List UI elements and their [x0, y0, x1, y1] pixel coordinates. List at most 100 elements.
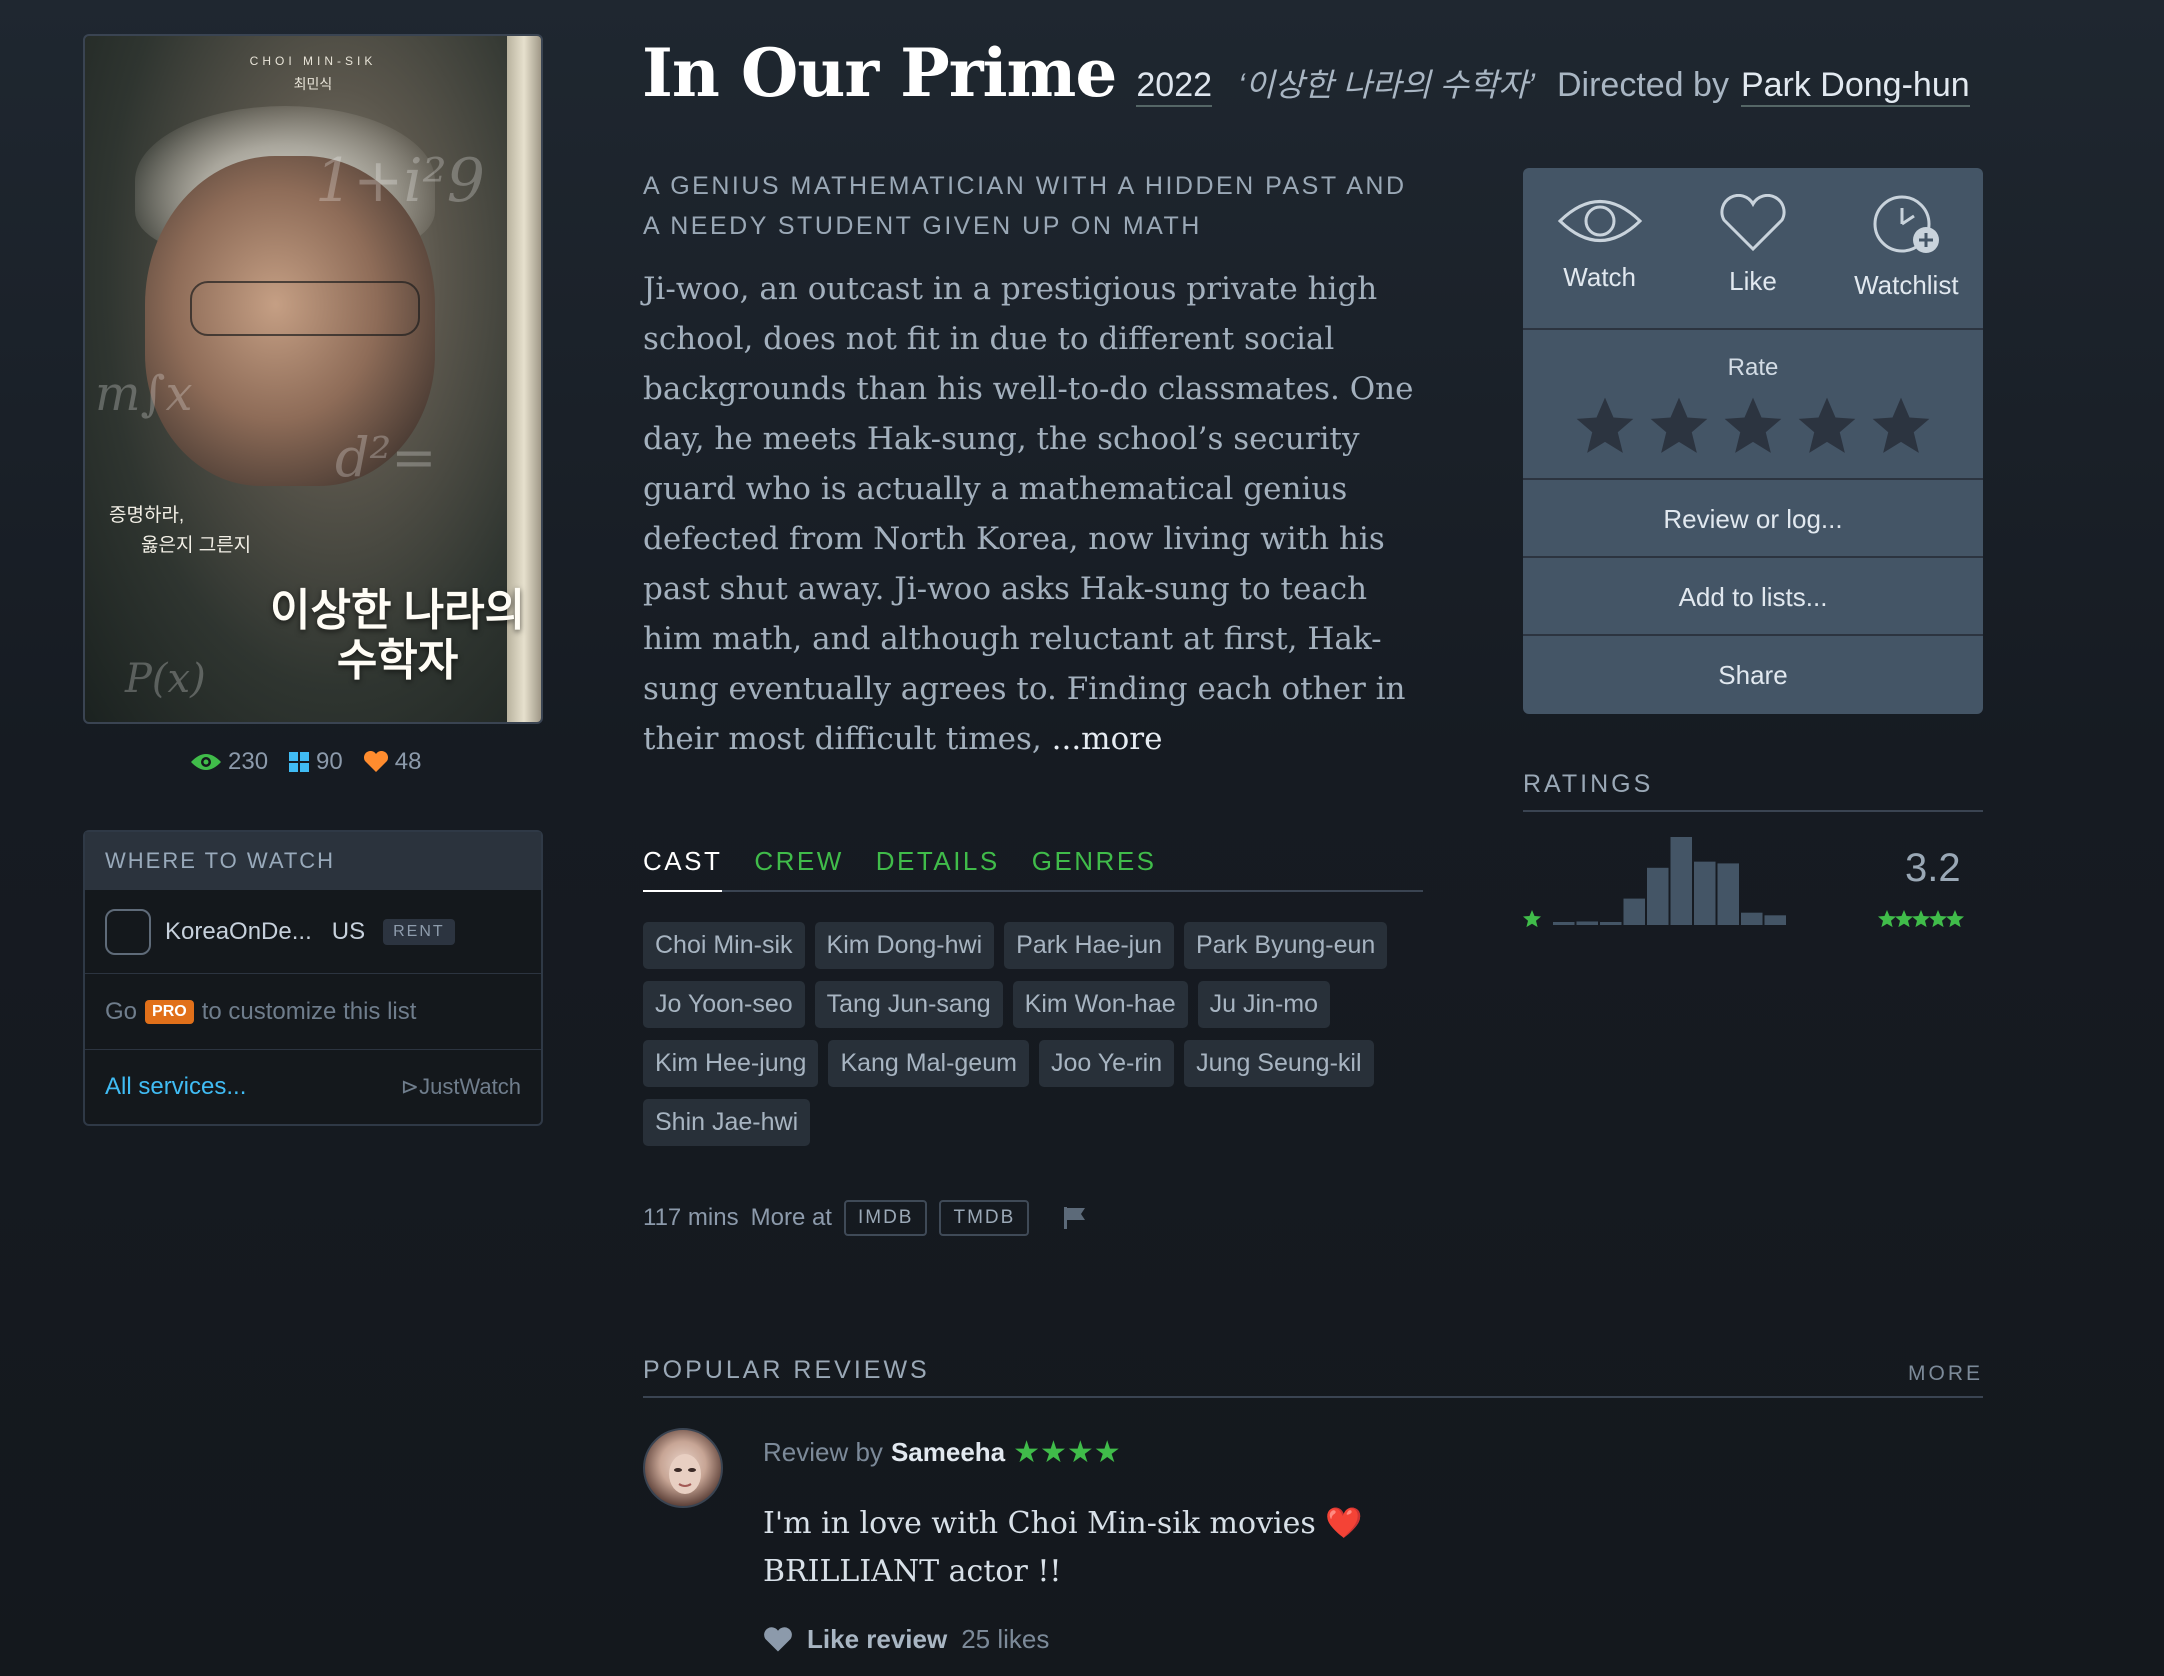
review-attribution: Review by Sameeha ★★★★: [763, 1435, 1121, 1470]
histogram-bar[interactable]: [1717, 863, 1740, 925]
cast-chip[interactable]: Shin Jae-hwi: [643, 1099, 811, 1146]
poster-tagline: 증명하라, 옳은지 그른지: [109, 501, 251, 561]
review-like-row: Like review 25 likes: [763, 1624, 1049, 1655]
histogram-bar[interactable]: [1647, 867, 1669, 925]
add-to-lists-button[interactable]: Add to lists...: [1523, 558, 1983, 636]
review-rating-stars: ★★★★: [1013, 1436, 1121, 1469]
heart-icon[interactable]: [763, 1626, 793, 1653]
histogram-bar[interactable]: [1694, 861, 1716, 925]
poster-actor-en: CHOI MIN-SIK: [249, 54, 377, 68]
film-header: In Our Prime 2022 ‘이상한 나라의 수학자’ Directed…: [642, 34, 1970, 112]
like-label: Like: [1729, 266, 1777, 296]
popular-reviews-title[interactable]: POPULAR REVIEWS: [643, 1356, 930, 1396]
all-services-link[interactable]: All services...: [105, 1073, 246, 1101]
reviewer-name[interactable]: Sameeha: [891, 1437, 1005, 1468]
like-button[interactable]: Like: [1676, 168, 1829, 328]
imdb-link[interactable]: IMDB: [843, 1200, 928, 1236]
tab-crew[interactable]: CREW: [754, 846, 843, 890]
reviews-more-link[interactable]: MORE: [1908, 1356, 1983, 1396]
review-or-log-button[interactable]: Review or log...: [1523, 480, 1983, 558]
rate-label: Rate: [1727, 354, 1779, 381]
rent-badge[interactable]: RENT: [383, 918, 455, 945]
pro-badge[interactable]: PRO: [145, 999, 194, 1024]
film-stats: 230 90 48: [190, 748, 421, 776]
review-body[interactable]: I'm in love with Choi Min-sik movies ❤️ …: [763, 1500, 1463, 1596]
clock-plus-icon: [1873, 195, 1940, 253]
histogram-bar[interactable]: [1576, 921, 1599, 925]
cast-chip[interactable]: Kim Won-hae: [1012, 981, 1188, 1028]
cast-chip[interactable]: Kang Mal-geum: [828, 1040, 1029, 1087]
watched-stat[interactable]: 230: [190, 748, 268, 776]
synopsis-text: Ji-woo, an outcast in a prestigious priv…: [643, 271, 1414, 757]
star-icon[interactable]: [1865, 392, 1937, 460]
director-link[interactable]: Park Dong-hun: [1740, 66, 1970, 107]
cast-chip[interactable]: Park Byung-eun: [1184, 922, 1388, 969]
share-button[interactable]: Share: [1523, 636, 1983, 714]
where-to-watch-header: WHERE TO WATCH: [85, 832, 541, 890]
watch-button[interactable]: Watch: [1523, 168, 1676, 328]
histogram-bar[interactable]: [1600, 922, 1622, 925]
histogram-bar[interactable]: [1670, 837, 1693, 925]
film-title: In Our Prime: [642, 34, 1117, 112]
tab-details[interactable]: DETAILS: [876, 846, 1000, 890]
cast-chip[interactable]: Jung Seung-kil: [1184, 1040, 1374, 1087]
cast-chip[interactable]: Kim Hee-jung: [643, 1040, 819, 1087]
film-meta: 117 mins More at IMDB TMDB: [643, 1200, 1089, 1236]
review-line-1: I'm in love with Choi Min-sik movies ❤️: [763, 1506, 1363, 1541]
cast-chip[interactable]: Jo Yoon-seo: [643, 981, 805, 1028]
pro-promo-row[interactable]: Go PRO to customize this list: [85, 974, 541, 1050]
pro-text: to customize this list: [201, 997, 417, 1025]
histogram-bar[interactable]: [1553, 922, 1575, 925]
likes-stat[interactable]: 48: [363, 748, 421, 776]
reviewer-avatar[interactable]: [643, 1428, 723, 1508]
star-icon[interactable]: [1717, 392, 1789, 460]
cast-chip[interactable]: Kim Dong-hwi: [814, 922, 995, 969]
flag-icon[interactable]: [1061, 1205, 1089, 1231]
poster-title-2: 수학자: [336, 636, 459, 685]
where-to-watch-footer: All services... ⊳JustWatch: [85, 1050, 541, 1124]
tmdb-link[interactable]: TMDB: [939, 1200, 1030, 1236]
cast-chip[interactable]: Tang Jun-sang: [814, 981, 1003, 1028]
film-year-link[interactable]: 2022: [1136, 66, 1213, 107]
service-name[interactable]: KoreaOnDe...: [165, 918, 312, 946]
rating-stars[interactable]: [1523, 392, 1983, 460]
poster-actor-ko: 최민식: [293, 76, 333, 92]
synopsis-more-link[interactable]: ...more: [1052, 721, 1163, 757]
cast-chip[interactable]: Choi Min-sik: [643, 922, 805, 969]
film-poster[interactable]: 1+i²9 m∫x d²= P(x) CHOI MIN-SIK 최민식 증명하라…: [83, 34, 543, 724]
histogram-bar[interactable]: [1623, 898, 1646, 925]
star-icon[interactable]: [1643, 392, 1715, 460]
rate-section: Rate: [1523, 330, 1983, 480]
poster-title-1: 이상한 나라의: [270, 586, 526, 635]
actions-panel: Watch Like Watchlist Rate Review or log.…: [1523, 168, 1983, 714]
watch-label: Watch: [1563, 262, 1637, 292]
eye-icon: [191, 754, 221, 770]
cast-chip[interactable]: Park Hae-jun: [1004, 922, 1175, 969]
review-line-2: BRILLIANT actor !!: [763, 1554, 1062, 1589]
original-title: ‘이상한 나라의 수학자’: [1238, 67, 1535, 103]
film-tabs: CAST CREW DETAILS GENRES: [643, 846, 1423, 892]
watchlist-label: Watchlist: [1854, 270, 1959, 300]
service-row[interactable]: KoreaOnDe... US RENT: [85, 890, 541, 974]
film-tagline: A GENIUS MATHEMATICIAN WITH A HIDDEN PAS…: [643, 172, 1407, 240]
service-country: US: [331, 917, 366, 945]
star-icon[interactable]: [1569, 392, 1641, 460]
lists-stat[interactable]: 90: [288, 748, 343, 776]
cast-list: Choi Min-sik Kim Dong-hwi Park Hae-jun P…: [643, 922, 1423, 1146]
more-at-label: More at: [750, 1204, 832, 1231]
watched-count: 230: [228, 748, 269, 775]
watchlist-button[interactable]: Watchlist: [1830, 168, 1983, 328]
justwatch-link[interactable]: ⊳JustWatch: [401, 1074, 521, 1100]
star-icon[interactable]: [1791, 392, 1863, 460]
cast-chip[interactable]: Ju Jin-mo: [1197, 981, 1331, 1028]
eye-icon: [1557, 200, 1642, 242]
histogram-bar[interactable]: [1741, 912, 1763, 925]
average-rating[interactable]: 3.2: [1905, 846, 1961, 891]
tab-cast[interactable]: CAST: [643, 846, 723, 892]
tab-genres[interactable]: GENRES: [1032, 846, 1157, 890]
review-likes-count[interactable]: 25 likes: [961, 1624, 1049, 1655]
histogram-bar[interactable]: [1764, 915, 1787, 925]
like-review-button[interactable]: Like review: [807, 1624, 947, 1655]
poster-title: 이상한 나라의 수학자: [270, 586, 525, 686]
cast-chip[interactable]: Joo Ye-rin: [1038, 1040, 1175, 1087]
